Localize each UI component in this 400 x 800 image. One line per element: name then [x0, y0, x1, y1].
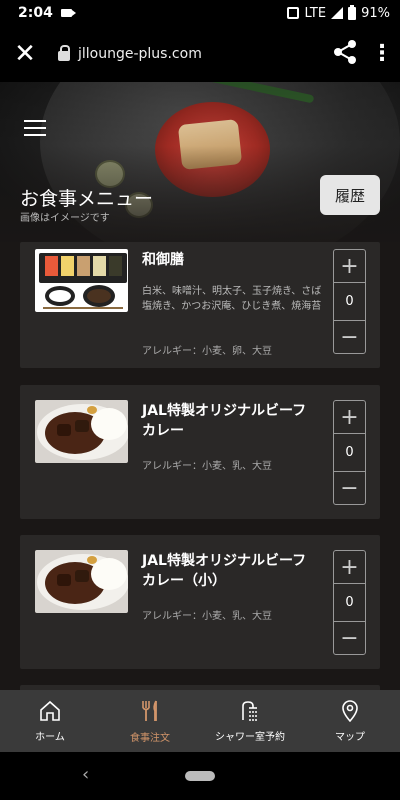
- back-icon[interactable]: ‹: [82, 764, 89, 785]
- nav-food-order[interactable]: 食事注文: [100, 690, 200, 752]
- quantity-stepper: + 0 −: [333, 400, 366, 505]
- menu-item-card: JAL特製オリジナルビーフ カレー アレルギー：小麦、乳、大豆 + 0 −: [20, 385, 380, 519]
- signal-icon: [331, 7, 344, 19]
- menu-item-image: [35, 550, 128, 613]
- increment-button[interactable]: +: [334, 250, 365, 283]
- quantity-value: 0: [345, 294, 354, 309]
- menu-item-name-line: カレー: [142, 423, 184, 439]
- battery-icon: [348, 4, 357, 20]
- quantity-stepper: + 0 −: [333, 249, 366, 354]
- bottom-navigation: ホーム 食事注文 シャワー室予約 マップ: [0, 690, 400, 752]
- nav-map[interactable]: マップ: [300, 690, 400, 752]
- menu-item-name-line: JAL特製オリジナルビーフ: [142, 403, 307, 419]
- nav-label: 食事注文: [130, 732, 170, 744]
- vibrate-icon: [287, 7, 300, 19]
- nav-label: ホーム: [35, 731, 65, 743]
- page-title: お食事メニュー: [20, 188, 154, 210]
- network-type: LTE: [304, 5, 327, 21]
- menu-item-name: 和御膳: [142, 252, 184, 268]
- nav-home[interactable]: ホーム: [0, 690, 100, 752]
- menu-item-image: [35, 400, 128, 463]
- menu-item-allergy: アレルギー：小麦、乳、大豆: [142, 611, 272, 622]
- close-icon[interactable]: ✕: [0, 39, 50, 69]
- increment-button[interactable]: +: [334, 551, 365, 584]
- menu-item-allergy: アレルギー：小麦、卵、大豆: [142, 346, 272, 357]
- nav-shower-reservation[interactable]: シャワー室予約: [200, 690, 300, 752]
- home-icon: [40, 700, 60, 721]
- quantity-value: 0: [345, 445, 354, 460]
- menu-item-name: JAL特製オリジナルビーフ カレー（小）: [142, 551, 322, 591]
- menu-item-name: JAL特製オリジナルビーフ カレー: [142, 401, 322, 441]
- hamburger-menu-icon[interactable]: [24, 120, 46, 136]
- nav-label: マップ: [335, 731, 365, 743]
- shower-icon: [242, 700, 257, 721]
- battery-percent: 91%: [361, 5, 390, 21]
- lock-icon: [58, 45, 70, 61]
- menu-item-image: [35, 249, 128, 312]
- decrement-button[interactable]: −: [334, 621, 365, 654]
- map-pin-icon: [342, 699, 358, 722]
- status-time: 2:04: [18, 5, 53, 21]
- quantity-stepper: + 0 −: [333, 550, 366, 655]
- menu-item-name-line: JAL特製オリジナルビーフ: [142, 553, 307, 569]
- history-button[interactable]: 履歴: [320, 175, 380, 215]
- quantity-value: 0: [345, 595, 354, 610]
- menu-item-card: 和御膳 白米、味噌汁、明太子、玉子焼き、さば塩焼き、かつお沢庵、ひじき煮、焼海苔…: [20, 242, 380, 368]
- menu-item-description: 白米、味噌汁、明太子、玉子焼き、さば塩焼き、かつお沢庵、ひじき煮、焼海苔: [142, 286, 322, 312]
- page-subtitle: 画像はイメージです: [20, 213, 110, 224]
- menu-item-name-line: カレー（小）: [142, 573, 226, 589]
- nav-label: シャワー室予約: [215, 731, 285, 743]
- fork-knife-icon: [142, 700, 157, 721]
- home-pill[interactable]: [185, 771, 215, 781]
- menu-list: 和御膳 白米、味噌汁、明太子、玉子焼き、さば塩焼き、かつお沢庵、ひじき煮、焼海苔…: [0, 242, 400, 690]
- menu-item-card: JAL特製オリジナルビーフ カレー（小） アレルギー：小麦、乳、大豆 + 0 −: [20, 535, 380, 669]
- video-camera-icon: [60, 9, 76, 17]
- status-right: LTE 91%: [287, 4, 390, 21]
- status-bar: 2:04 LTE 91%: [0, 0, 400, 26]
- menu-item-allergy: アレルギー：小麦、乳、大豆: [142, 461, 272, 472]
- system-navigation-bar: ‹: [0, 752, 400, 800]
- decrement-button[interactable]: −: [334, 471, 365, 504]
- more-vert-icon[interactable]: ⋮: [364, 43, 400, 65]
- increment-button[interactable]: +: [334, 401, 365, 434]
- url-text[interactable]: jllounge-plus.com: [78, 46, 324, 62]
- decrement-button[interactable]: −: [334, 320, 365, 353]
- share-icon[interactable]: [324, 26, 364, 82]
- browser-toolbar: ✕ jllounge-plus.com ⋮: [0, 26, 400, 82]
